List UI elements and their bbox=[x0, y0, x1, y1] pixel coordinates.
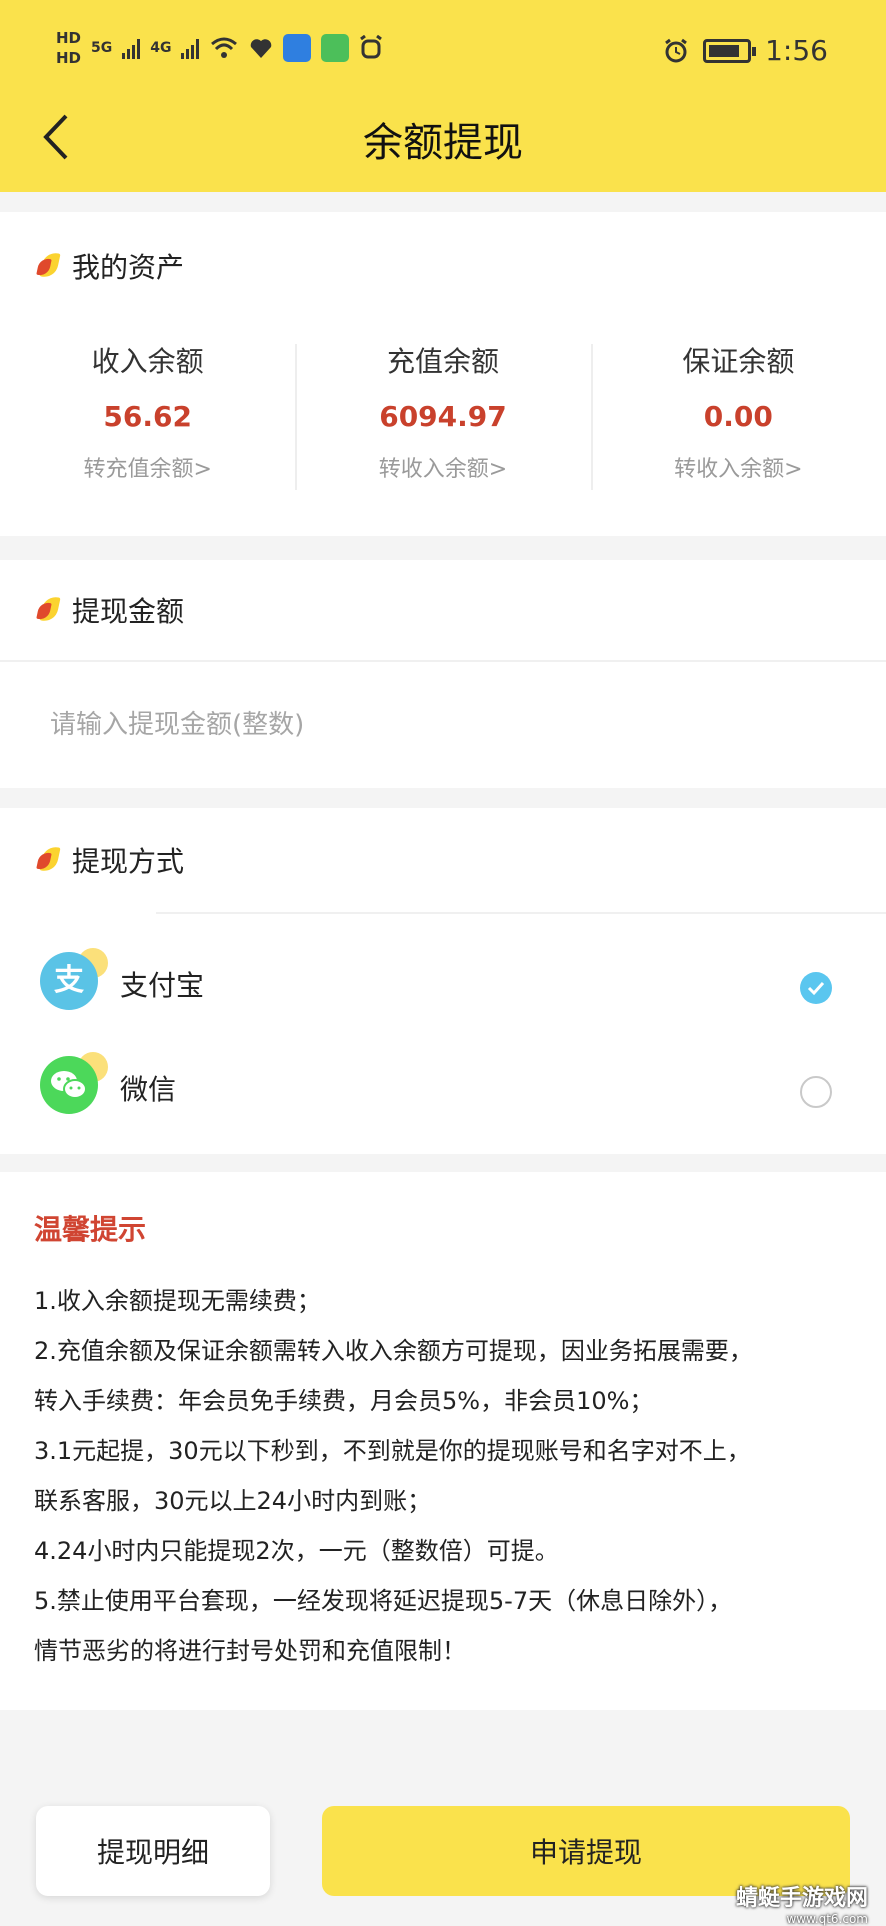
signal-5g-icon bbox=[122, 37, 141, 59]
network-5g-label: 5G bbox=[91, 40, 113, 56]
withdraw-history-button[interactable]: 提现明细 bbox=[36, 1806, 270, 1896]
tips-list: 1.收入余额提现无需续费； 2.充值余额及保证余额需转入收入余额方可提现，因业务… bbox=[34, 1276, 854, 1676]
selected-check-icon[interactable] bbox=[800, 972, 832, 1004]
app-notification-icon bbox=[321, 34, 350, 62]
divider bbox=[156, 912, 886, 914]
transfer-to-income-link[interactable]: 转收入余额> bbox=[295, 451, 590, 483]
wechat-icon bbox=[40, 1052, 112, 1128]
assets-title: 我的资产 bbox=[72, 251, 185, 284]
asset-value: 6094.97 bbox=[379, 400, 507, 433]
asset-label: 收入余额 bbox=[91, 345, 204, 378]
recharge-balance: 充值余额 6094.97 转收入余额> bbox=[295, 332, 590, 492]
transfer-to-income-link[interactable]: 转收入余额> bbox=[591, 451, 886, 483]
method-title: 提现方式 bbox=[72, 845, 185, 878]
tips-card: 温馨提示 1.收入余额提现无需续费； 2.充值余额及保证余额需转入收入余额方可提… bbox=[0, 1172, 886, 1710]
leaf-icon bbox=[36, 844, 61, 874]
status-bar-left: HD HD 5G 4G bbox=[56, 28, 383, 68]
tips-title: 温馨提示 bbox=[34, 1213, 147, 1246]
app-header: HD HD 5G 4G 1:56 余额提现 bbox=[0, 0, 886, 192]
hd-top-label: HD bbox=[56, 29, 82, 47]
tip-line: 1.收入余额提现无需续费； bbox=[34, 1287, 321, 1315]
tip-line: 4.24小时内只能提现2次，一元（整数倍）可提。 bbox=[34, 1537, 559, 1565]
payment-option-label: 支付宝 bbox=[120, 969, 205, 1002]
heart-icon bbox=[251, 39, 272, 58]
hd-bottom-label: HD bbox=[56, 49, 82, 67]
assets-section-header: 我的资产 bbox=[36, 246, 185, 286]
battery-icon bbox=[703, 38, 757, 63]
status-bar-right: 1:56 bbox=[663, 34, 828, 67]
asset-label: 保证余额 bbox=[682, 345, 795, 378]
hd-indicator: HD HD bbox=[56, 28, 81, 68]
page-title: 余额提现 bbox=[363, 120, 523, 166]
tip-line: 联系客服，30元以上24小时内到账； bbox=[34, 1487, 432, 1515]
wifi-icon bbox=[211, 37, 238, 58]
divider bbox=[0, 660, 886, 662]
transfer-to-recharge-link[interactable]: 转充值余额> bbox=[0, 451, 295, 483]
income-balance: 收入余额 56.62 转充值余额> bbox=[0, 332, 295, 492]
asset-balances: 收入余额 56.62 转充值余额> 充值余额 6094.97 转收入余额> 保证… bbox=[0, 332, 886, 492]
watermark-site-name: 蜻蜓手游戏网 bbox=[735, 1886, 868, 1911]
alarm-icon bbox=[665, 38, 688, 62]
tip-line: 3.1元起提，30元以下秒到，不到就是你的提现账号和名字对不上， bbox=[34, 1437, 751, 1465]
asset-value: 56.62 bbox=[103, 400, 192, 433]
clock-time: 1:56 bbox=[765, 34, 828, 67]
unselected-radio-icon[interactable] bbox=[800, 1076, 832, 1108]
withdraw-method-card: 提现方式 支 支付宝 微信 bbox=[0, 808, 886, 1154]
status-bar: HD HD 5G 4G 1:56 bbox=[0, 20, 886, 80]
method-section-header: 提现方式 bbox=[36, 840, 185, 880]
leaf-icon bbox=[36, 250, 61, 280]
tip-line: 情节恶劣的将进行封号处罚和充值限制！ bbox=[34, 1637, 466, 1665]
signal-4g-icon bbox=[181, 37, 200, 59]
leaf-icon bbox=[36, 594, 61, 624]
network-4g-label: 4G bbox=[150, 40, 172, 56]
tip-line: 转入手续费：年会员免手续费，月会员5%，非会员10%； bbox=[34, 1387, 654, 1415]
payment-option-wechat[interactable]: 微信 bbox=[0, 1042, 886, 1142]
amount-title: 提现金额 bbox=[72, 595, 185, 628]
deposit-balance: 保证余额 0.00 转收入余额> bbox=[590, 332, 886, 492]
amount-section-header: 提现金额 bbox=[36, 590, 185, 630]
app-notification-icon bbox=[283, 34, 312, 62]
asset-value: 0.00 bbox=[703, 400, 773, 433]
alarm-app-icon bbox=[360, 35, 383, 59]
withdraw-amount-input[interactable] bbox=[50, 700, 830, 750]
watermark: 蜻蜓手游戏网 www.qt6.com bbox=[736, 1880, 868, 1926]
payment-option-alipay[interactable]: 支 支付宝 bbox=[0, 938, 886, 1038]
alipay-icon: 支 bbox=[40, 948, 112, 1024]
watermark-url: www.qt6.com bbox=[786, 1912, 868, 1926]
tip-line: 2.充值余额及保证余额需转入收入余额方可提现，因业务拓展需要， bbox=[34, 1337, 753, 1365]
withdraw-amount-card: 提现金额 bbox=[0, 560, 886, 788]
assets-card: 我的资产 收入余额 56.62 转充值余额> 充值余额 6094.97 转收入余… bbox=[0, 212, 886, 536]
alipay-glyph: 支 bbox=[54, 963, 84, 998]
payment-option-label: 微信 bbox=[120, 1073, 177, 1106]
asset-label: 充值余额 bbox=[386, 345, 499, 378]
tip-line: 5.禁止使用平台套现，一经发现将延迟提现5-7天（休息日除外）， bbox=[34, 1587, 733, 1615]
